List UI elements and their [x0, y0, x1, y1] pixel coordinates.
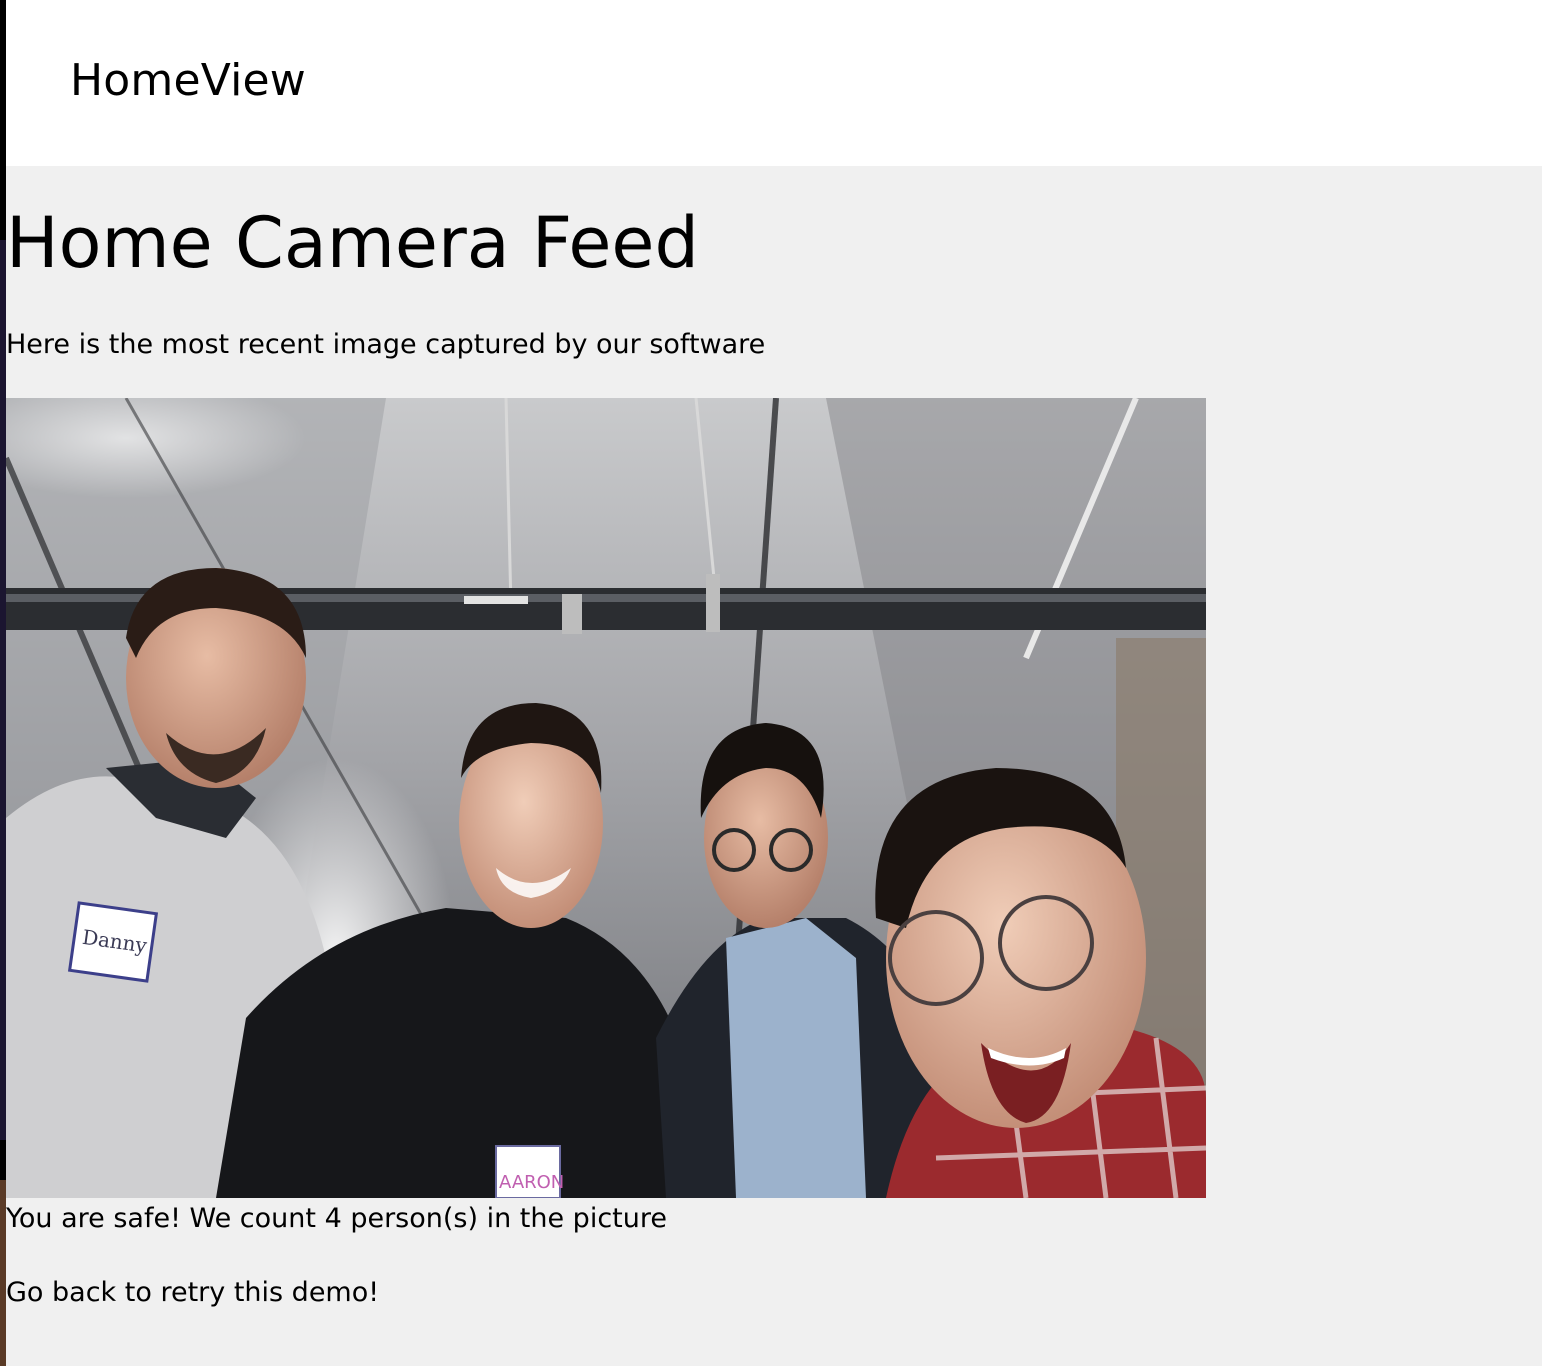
page-title: Home Camera Feed	[6, 202, 699, 284]
camera-photo: Danny AARON	[6, 398, 1206, 1198]
main-content: Home Camera Feed Here is the most recent…	[6, 166, 1542, 1366]
detection-status-message: You are safe! We count 4 person(s) in th…	[6, 1203, 667, 1234]
top-navbar: HomeView	[6, 0, 1542, 166]
brand-logo-text[interactable]: HomeView	[70, 52, 306, 110]
page-subtitle: Here is the most recent image captured b…	[6, 329, 766, 360]
go-back-link[interactable]: Go back to retry this demo!	[6, 1276, 379, 1310]
camera-feed-image: Danny AARON	[6, 398, 1206, 1198]
name-tag-text: AARON	[499, 1172, 564, 1193]
